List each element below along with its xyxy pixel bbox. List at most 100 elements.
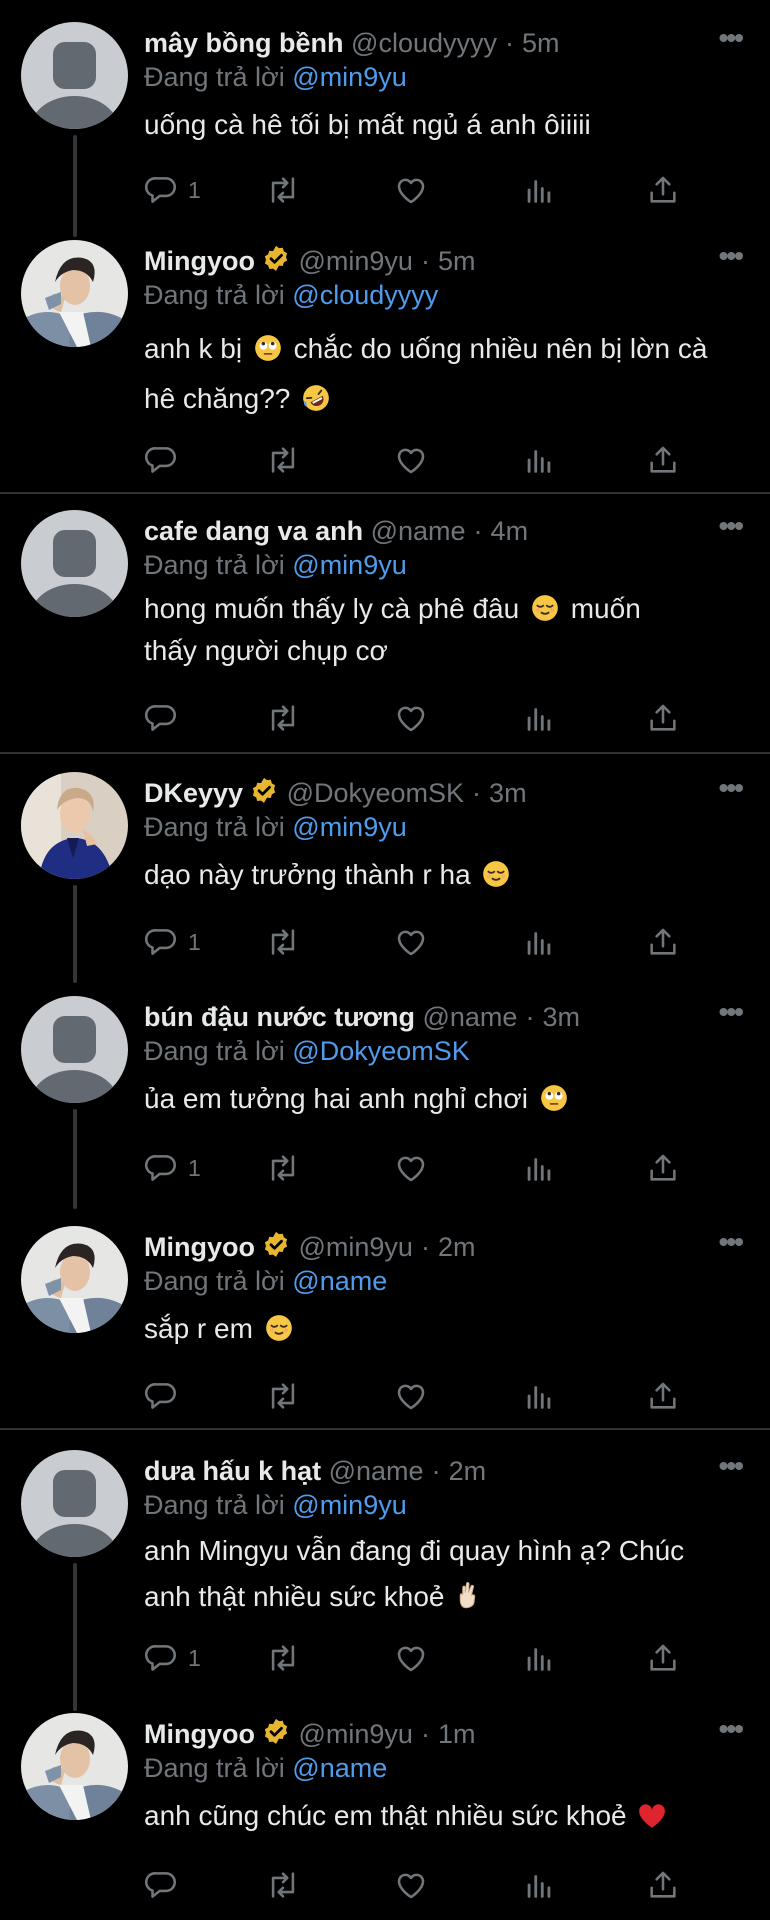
like-button[interactable] <box>394 1640 428 1676</box>
reply-button[interactable]: 1 <box>144 924 201 960</box>
timestamp[interactable]: 5m <box>522 28 560 58</box>
user-handle[interactable]: @name <box>422 1002 517 1032</box>
retweet-button[interactable] <box>264 700 302 736</box>
like-button[interactable] <box>394 442 428 478</box>
share-button[interactable] <box>646 1867 680 1903</box>
user-handle[interactable]: @min9yu <box>299 246 413 276</box>
share-button[interactable] <box>646 1640 680 1676</box>
avatar-default[interactable] <box>21 996 128 1103</box>
retweet-button[interactable] <box>264 1150 302 1186</box>
share-button[interactable] <box>646 1378 680 1414</box>
views-button[interactable] <box>522 1640 556 1676</box>
timestamp[interactable]: 2m <box>449 1456 487 1486</box>
retweet-button[interactable] <box>264 1867 302 1903</box>
tweet-text: dạo này trưởng thành r ha <box>144 852 744 902</box>
more-dots-icon[interactable]: ••• <box>719 22 744 54</box>
replying-to-label: Đang trả lời <box>144 1266 285 1296</box>
share-button[interactable] <box>646 924 680 960</box>
replying-to-mention[interactable]: @min9yu <box>292 1490 406 1520</box>
like-button[interactable] <box>394 1867 428 1903</box>
more-dots-icon[interactable]: ••• <box>719 510 744 542</box>
share-button[interactable] <box>646 442 680 478</box>
share-button[interactable] <box>646 1150 680 1186</box>
timestamp[interactable]: 3m <box>489 778 527 808</box>
views-button[interactable] <box>522 442 556 478</box>
display-name[interactable]: DKeyyy <box>144 778 243 808</box>
timestamp[interactable]: 2m <box>438 1232 476 1262</box>
heart-icon <box>394 443 428 477</box>
user-handle[interactable]: @name <box>329 1456 424 1486</box>
retweet-button[interactable] <box>264 1378 302 1414</box>
retweet-icon <box>264 1641 302 1675</box>
views-button[interactable] <box>522 700 556 736</box>
views-button[interactable] <box>522 1150 556 1186</box>
display-name[interactable]: mây bồng bềnh <box>144 28 344 58</box>
reply-button[interactable]: 1 <box>144 172 201 208</box>
timestamp[interactable]: 4m <box>491 516 529 546</box>
like-button[interactable] <box>394 172 428 208</box>
like-button[interactable] <box>394 700 428 736</box>
like-button[interactable] <box>394 1150 428 1186</box>
replying-to-mention[interactable]: @name <box>292 1753 387 1783</box>
display-name[interactable]: cafe dang va anh <box>144 516 363 546</box>
more-dots-icon[interactable]: ••• <box>719 1450 744 1482</box>
reply-button[interactable]: 1 <box>144 1150 201 1186</box>
retweet-button[interactable] <box>264 172 302 208</box>
views-button[interactable] <box>522 924 556 960</box>
replying-to-mention[interactable]: @min9yu <box>292 550 406 580</box>
user-handle[interactable]: @DokyeomSK <box>287 778 464 808</box>
replying-to-label: Đang trả lời <box>144 62 285 92</box>
timestamp[interactable]: 5m <box>438 246 476 276</box>
tweet-text: anh k bị chắc do uống nhiều nên bị lờn c… <box>144 326 744 426</box>
reply-button[interactable] <box>144 442 188 478</box>
action-bar: 1 <box>144 1150 684 1186</box>
user-handle[interactable]: @min9yu <box>299 1719 413 1749</box>
share-icon <box>646 701 680 735</box>
tweet-header: Mingyoo @min9yu · 5m <box>144 244 475 282</box>
like-button[interactable] <box>394 924 428 960</box>
retweet-button[interactable] <box>264 924 302 960</box>
replying-to-mention[interactable]: @cloudyyyy <box>292 280 438 310</box>
views-button[interactable] <box>522 172 556 208</box>
tweet-text-line: chắc do uống nhiều nên bị lờn cà <box>293 333 708 364</box>
timestamp[interactable]: 3m <box>542 1002 580 1032</box>
display-name[interactable]: dưa hấu k hạt <box>144 1456 321 1486</box>
share-button[interactable] <box>646 700 680 736</box>
retweet-button[interactable] <box>264 442 302 478</box>
user-handle[interactable]: @min9yu <box>299 1232 413 1262</box>
reply-button[interactable] <box>144 700 188 736</box>
like-button[interactable] <box>394 1378 428 1414</box>
avatar-default[interactable] <box>21 1450 128 1557</box>
more-dots-icon[interactable]: ••• <box>719 240 744 272</box>
avatar-mingyoo[interactable] <box>21 1713 128 1820</box>
retweet-button[interactable] <box>264 1640 302 1676</box>
avatar-mingyoo[interactable] <box>21 240 128 347</box>
more-dots-icon[interactable]: ••• <box>719 1226 744 1258</box>
reply-button[interactable]: 1 <box>144 1640 201 1676</box>
more-dots-icon[interactable]: ••• <box>719 996 744 1028</box>
display-name[interactable]: Mingyoo <box>144 246 255 276</box>
avatar-default[interactable] <box>21 510 128 617</box>
display-name[interactable]: Mingyoo <box>144 1232 255 1262</box>
avatar-mingyoo[interactable] <box>21 1226 128 1333</box>
views-button[interactable] <box>522 1378 556 1414</box>
retweet-icon <box>264 443 302 477</box>
user-handle[interactable]: @cloudyyyy <box>351 28 497 58</box>
timestamp[interactable]: 1m <box>438 1719 476 1749</box>
reply-button[interactable] <box>144 1867 188 1903</box>
display-name[interactable]: bún đậu nước tương <box>144 1002 415 1032</box>
replying-to-mention[interactable]: @DokyeomSK <box>292 1036 469 1066</box>
replying-to-mention[interactable]: @min9yu <box>292 62 406 92</box>
separator-dot: · <box>431 1456 441 1486</box>
views-button[interactable] <box>522 1867 556 1903</box>
more-dots-icon[interactable]: ••• <box>719 772 744 804</box>
display-name[interactable]: Mingyoo <box>144 1719 255 1749</box>
replying-to-mention[interactable]: @min9yu <box>292 812 406 842</box>
avatar-dkeyyy[interactable] <box>21 772 128 879</box>
replying-to-mention[interactable]: @name <box>292 1266 387 1296</box>
avatar-default[interactable] <box>21 22 128 129</box>
user-handle[interactable]: @name <box>371 516 466 546</box>
more-dots-icon[interactable]: ••• <box>719 1713 744 1745</box>
share-button[interactable] <box>646 172 680 208</box>
reply-button[interactable] <box>144 1378 188 1414</box>
